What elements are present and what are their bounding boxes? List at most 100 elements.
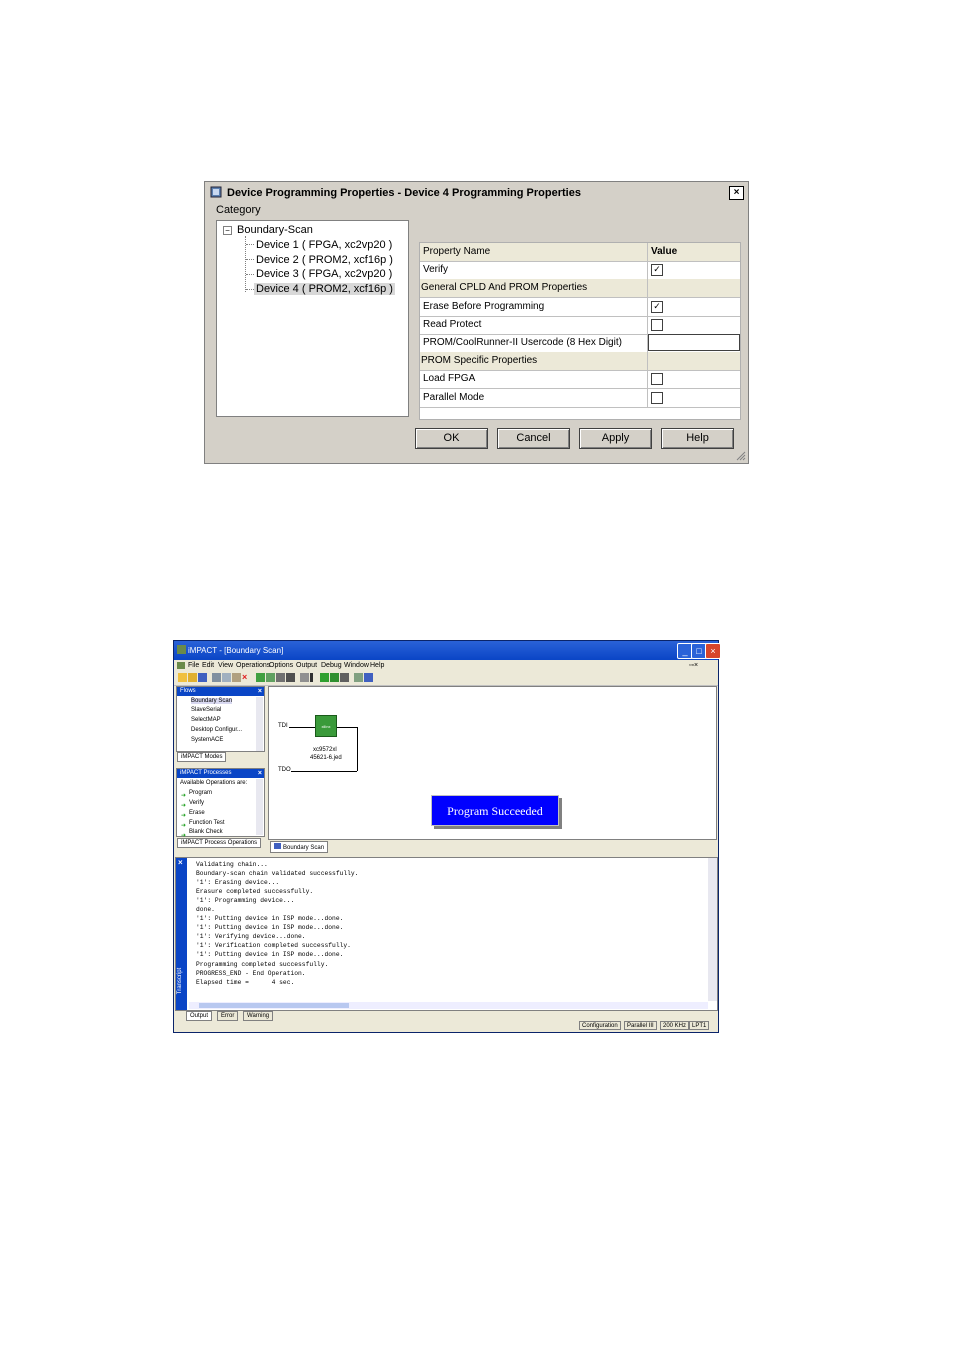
tab-boundary-scan[interactable]: Boundary Scan (270, 841, 329, 853)
process-blank-check[interactable]: Blank Check (189, 829, 223, 835)
property-grid-header: Property Name Value (420, 243, 740, 262)
stop-icon[interactable] (340, 673, 349, 682)
processes-close-icon[interactable]: × (258, 769, 262, 778)
property-value-cell (647, 334, 741, 352)
status-cable: Parallel III (624, 1021, 657, 1030)
menu-output[interactable]: Output (296, 662, 317, 669)
device-programming-properties-dialog: Device Programming Properties - Device 4… (204, 181, 749, 464)
property-checkbox[interactable] (651, 373, 663, 385)
device-file-label: 45621-6.jed (310, 755, 342, 761)
chain-icon[interactable] (266, 673, 275, 682)
property-checkbox[interactable] (651, 319, 663, 331)
verify-icon[interactable] (330, 673, 339, 682)
tdo-label: TDO (278, 767, 291, 773)
boundary-scan-canvas[interactable]: TDI xilinx TDO xc9572xl 45621-6.jed Prog… (268, 686, 717, 840)
process-program[interactable]: Program (189, 790, 212, 796)
property-row[interactable]: Parallel Mode (420, 389, 740, 408)
impact-title-bar[interactable]: iMPACT - [Boundary Scan] _ □ × (174, 641, 721, 660)
save-icon[interactable] (198, 673, 207, 682)
property-row[interactable]: Load FPGA (420, 370, 740, 389)
process-verify[interactable]: Verify (189, 800, 204, 806)
impact-window: iMPACT - [Boundary Scan] _ □ × File Edit… (173, 640, 721, 1033)
device-part-label: xc9572xl (313, 747, 337, 753)
property-name: Parallel Mode (423, 392, 485, 403)
category-tree[interactable]: − Boundary-Scan Device 1 ( FPGA, xc2vp20… (216, 220, 409, 417)
paste-icon[interactable] (232, 673, 241, 682)
property-row[interactable]: Read Protect (420, 316, 740, 335)
tab-impact-process-operations[interactable]: iMPACT Process Operations (177, 838, 262, 848)
tdo-wire-bottom (291, 771, 357, 772)
processes-scrollbar[interactable] (256, 779, 263, 835)
close-icon[interactable]: × (729, 186, 744, 200)
chip-icon[interactable] (300, 673, 309, 682)
console-hscrollbar[interactable] (189, 1002, 708, 1009)
property-row[interactable]: Verify ✓ (420, 261, 740, 280)
property-row[interactable]: Erase Before Programming ✓ (420, 298, 740, 317)
processes-panel-title: iMPACT Processes (180, 770, 232, 776)
console-close-icon[interactable]: × (178, 858, 183, 867)
tree-item-device-2[interactable]: Device 2 ( PROM2, xcf16p ) (256, 254, 393, 266)
menu-debug[interactable]: Debug (321, 662, 342, 669)
help-button[interactable]: Help (661, 428, 734, 449)
flow-item-systemace[interactable]: SystemACE (191, 737, 223, 743)
property-name: Verify (423, 264, 449, 275)
console-line: Programming completed successfully. (196, 960, 329, 968)
ok-button[interactable]: OK (415, 428, 488, 449)
flow-item-slaveserial[interactable]: SlaveSerial (191, 707, 221, 713)
menu-operations[interactable]: Operations (236, 662, 270, 669)
tree-root-boundary-scan[interactable]: Boundary-Scan (237, 224, 313, 236)
menu-view[interactable]: View (218, 662, 233, 669)
resize-grip-icon[interactable] (736, 451, 746, 461)
menu-edit[interactable]: Edit (202, 662, 214, 669)
property-checkbox[interactable]: ✓ (651, 301, 663, 313)
property-row[interactable]: PROM/CoolRunner-II Usercode (8 Hex Digit… (420, 334, 740, 353)
console-vscrollbar[interactable] (708, 858, 717, 1001)
window-close-icon[interactable]: × (705, 643, 721, 659)
property-checkbox[interactable] (651, 392, 663, 404)
process-function-test[interactable]: Function Test (189, 820, 225, 826)
dialog-title-bar[interactable]: Device Programming Properties - Device 4… (205, 182, 748, 204)
toolbar: × (174, 671, 718, 686)
flow-item-boundary-scan[interactable]: Boundary Scan (191, 698, 233, 704)
delete-icon[interactable]: × (242, 673, 251, 682)
apply-button[interactable]: Apply (579, 428, 652, 449)
menu-bar: File Edit View Operations Options Output… (174, 660, 718, 671)
help-context-icon[interactable] (364, 673, 373, 682)
new-icon[interactable] (178, 673, 187, 682)
cut-icon[interactable] (212, 673, 221, 682)
menu-file[interactable]: File (188, 662, 199, 669)
flows-close-icon[interactable]: × (258, 687, 262, 696)
layout-icon[interactable] (286, 673, 295, 682)
processes-caption: Available Operations are: (180, 780, 248, 786)
device-chip-icon[interactable]: xilinx (315, 715, 337, 737)
menu-help[interactable]: Help (370, 662, 384, 669)
processes-panel: iMPACT Processes × Available Operations a… (176, 768, 265, 839)
usercode-input[interactable] (648, 334, 740, 351)
hscroll-thumb[interactable] (199, 1003, 349, 1008)
console-line: Boundary-scan chain validated successful… (196, 870, 359, 878)
mdi-controls-icon[interactable]: ▫▫× (689, 662, 715, 669)
open-icon[interactable] (188, 673, 197, 682)
console-line: PROGRESS_END - End Operation. (196, 969, 306, 977)
property-checkbox[interactable]: ✓ (651, 264, 663, 276)
output-console[interactable]: × Transcript Validating chain... Boundary… (175, 857, 718, 1011)
tdo-wire-down (357, 727, 358, 771)
menu-window[interactable]: Window (344, 662, 369, 669)
flows-scrollbar[interactable] (256, 697, 263, 751)
tree-item-device-3[interactable]: Device 3 ( FPGA, xc2vp20 ) (256, 268, 392, 280)
process-erase[interactable]: Erase (189, 810, 205, 816)
flow-item-desktop-config[interactable]: Desktop Configur... (191, 727, 242, 733)
tree-collapse-icon[interactable]: − (223, 226, 232, 235)
tree-item-device-4[interactable]: Device 4 ( PROM2, xcf16p ) (254, 283, 395, 295)
initialize-chain-icon[interactable] (256, 673, 265, 682)
column-property-name: Property Name (423, 246, 491, 257)
flow-item-selectmap[interactable]: SelectMAP (191, 717, 221, 723)
copy-icon[interactable] (222, 673, 231, 682)
tab-impact-modes[interactable]: iMPACT Modes (177, 752, 227, 762)
tree-item-device-1[interactable]: Device 1 ( FPGA, xc2vp20 ) (256, 239, 392, 251)
cancel-button[interactable]: Cancel (497, 428, 570, 449)
menu-options[interactable]: Options (269, 662, 293, 669)
grid-icon[interactable] (276, 673, 285, 682)
program-icon[interactable] (320, 673, 329, 682)
wand-icon[interactable] (354, 673, 363, 682)
